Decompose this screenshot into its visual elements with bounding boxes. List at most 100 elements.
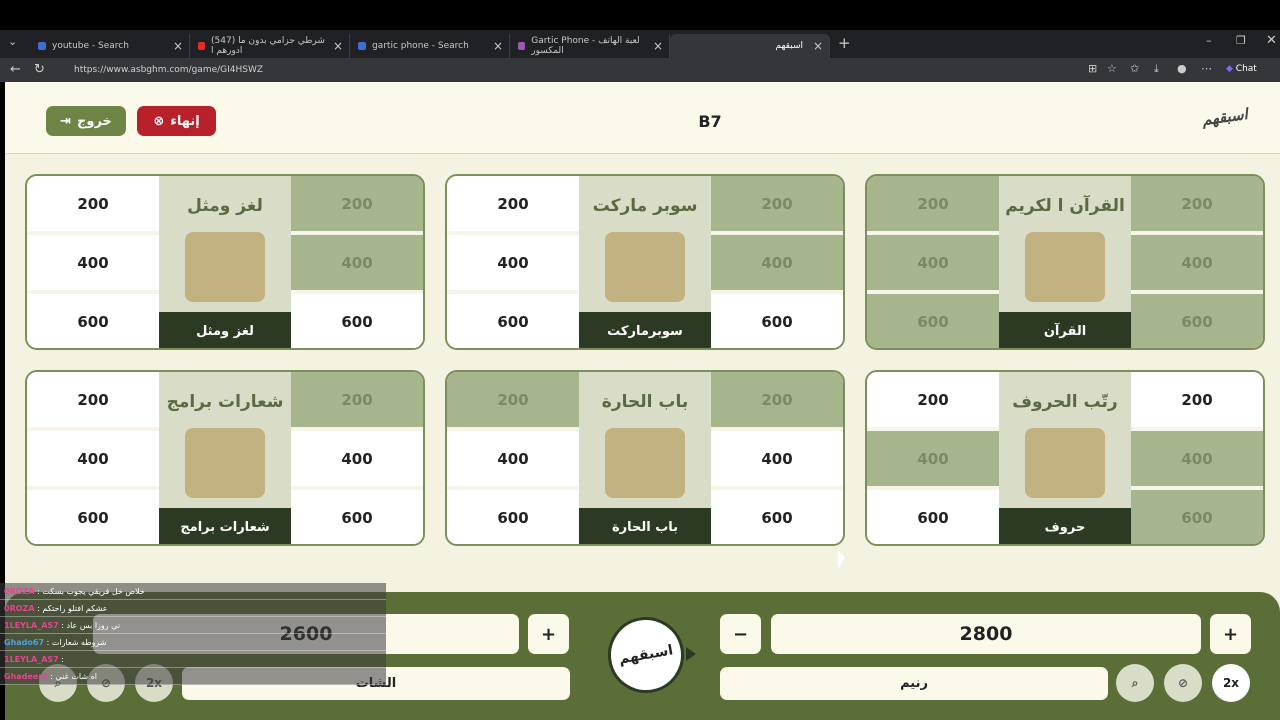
- tab-gartic-search[interactable]: gartic phone - Search ×: [350, 34, 510, 58]
- end-game-button[interactable]: ⊗ إنهاء: [137, 106, 216, 136]
- game-header: ⇥ خروج ⊗ إنهاء B7 اسبقهم: [5, 82, 1280, 154]
- left-plus-button[interactable]: +: [528, 614, 569, 654]
- points-cell-right[interactable]: 600: [1131, 294, 1263, 348]
- points-cell-left[interactable]: 600: [447, 490, 579, 544]
- points-cell-left[interactable]: 600: [447, 294, 579, 348]
- reload-icon[interactable]: ↻: [34, 62, 45, 77]
- cancel-circle-icon: ⊗: [153, 113, 165, 129]
- points-cell-right[interactable]: 200: [711, 176, 843, 231]
- category-image-title: باب الحارة: [601, 392, 689, 412]
- points-cell-right[interactable]: 400: [1131, 431, 1263, 486]
- points-cell-right[interactable]: 600: [291, 294, 423, 348]
- right-double-button[interactable]: 2x: [1212, 664, 1250, 702]
- points-cell-right[interactable]: 200: [291, 372, 423, 427]
- tab-label: Gartic Phone - لعبة الهاتف المكسور: [531, 36, 640, 56]
- exit-label: خروج: [77, 113, 112, 129]
- tab-youtube-video[interactable]: (547) شرطي جزامي بدون ما ادورهم ا ×: [190, 34, 350, 58]
- download-icon[interactable]: ⤓: [1154, 62, 1159, 76]
- tab-list-chevron-icon[interactable]: ⌄: [8, 35, 17, 48]
- chat-text: : شروطه شعارات: [46, 638, 107, 647]
- close-tab-icon[interactable]: ×: [493, 39, 503, 53]
- points-cell-left[interactable]: 200: [447, 372, 579, 427]
- points-cell-right[interactable]: 200: [711, 372, 843, 427]
- category-label[interactable]: سوبرماركت: [579, 312, 711, 348]
- app-available-icon[interactable]: ⊞: [1088, 62, 1097, 75]
- right-team-name[interactable]: رنيم: [720, 667, 1108, 700]
- url-field[interactable]: https://www.asbghm.com/game/GI4HSWZ: [54, 61, 1104, 79]
- tab-youtube-search[interactable]: youtube - Search ×: [30, 34, 190, 58]
- close-tab-icon[interactable]: ×: [653, 39, 663, 53]
- close-tab-icon[interactable]: ×: [333, 39, 343, 53]
- points-cell-right[interactable]: 400: [291, 235, 423, 290]
- category-label[interactable]: شعارات برامج: [159, 508, 291, 544]
- points-cell-right[interactable]: 400: [711, 431, 843, 486]
- points-cell-right[interactable]: 600: [291, 490, 423, 544]
- points-cell-left[interactable]: 400: [447, 431, 579, 486]
- points-cell-left[interactable]: 200: [867, 176, 999, 231]
- favorites-bar-icon[interactable]: ✩: [1130, 62, 1139, 75]
- points-cell-left[interactable]: 600: [27, 490, 159, 544]
- address-bar: ← ↻ https://www.asbghm.com/game/GI4HSWZ …: [0, 58, 1280, 82]
- points-cell-left[interactable]: 600: [867, 294, 999, 348]
- points-cell-right[interactable]: 200: [291, 176, 423, 231]
- right-search-icon[interactable]: ⌕: [1116, 664, 1154, 702]
- chat-nick: Ghadeer0: [4, 672, 48, 681]
- category-card-letters: 200 200 400 400 600 600 رتّب الحروف حروف: [865, 370, 1265, 546]
- category-label[interactable]: لغز ومثل: [159, 312, 291, 348]
- points-cell-left[interactable]: 400: [27, 235, 159, 290]
- category-image: سوبر ماركت: [579, 176, 711, 312]
- exit-button[interactable]: ⇥ خروج: [46, 106, 126, 136]
- category-illustration-icon: [1025, 232, 1105, 302]
- points-cell-left[interactable]: 400: [867, 431, 999, 486]
- double-label: 2x: [1222, 676, 1240, 690]
- points-cell-right[interactable]: 200: [1131, 372, 1263, 427]
- right-minus-button[interactable]: −: [720, 614, 761, 654]
- points-cell-right[interactable]: 600: [711, 294, 843, 348]
- points-cell-left[interactable]: 200: [27, 372, 159, 427]
- points-cell-left[interactable]: 600: [27, 294, 159, 348]
- points-cell-left[interactable]: 200: [27, 176, 159, 231]
- copilot-chat-button[interactable]: ◆ Chat: [1226, 64, 1257, 74]
- points-cell-right[interactable]: 600: [711, 490, 843, 544]
- points-cell-left[interactable]: 200: [867, 372, 999, 427]
- points-cell-right[interactable]: 600: [1131, 490, 1263, 544]
- points-cell-right[interactable]: 200: [1131, 176, 1263, 231]
- chat-text: : ني روزا بس عاد: [61, 621, 121, 630]
- tab-label: youtube - Search: [52, 41, 129, 51]
- points-cell-left[interactable]: 600: [867, 490, 999, 544]
- points-cell-left[interactable]: 400: [447, 235, 579, 290]
- close-window-icon[interactable]: ✕: [1266, 33, 1277, 48]
- chat-nick: 1LEYLA_AS7: [4, 655, 59, 664]
- tab-asbghm[interactable]: اسبقهم ×: [670, 34, 830, 58]
- site-logo: اسبقهم: [1201, 104, 1250, 130]
- points-cell-left[interactable]: 200: [447, 176, 579, 231]
- new-tab-plus-icon[interactable]: +: [838, 34, 851, 52]
- points-cell-right[interactable]: 400: [291, 431, 423, 486]
- more-menu-icon[interactable]: ⋯: [1201, 62, 1212, 75]
- minus-label: −: [732, 623, 749, 645]
- tab-gartic-phone[interactable]: Gartic Phone - لعبة الهاتف المكسور ×: [510, 34, 670, 58]
- tab-strip: ⌄ youtube - Search × (547) شرطي جزامي بدو…: [0, 30, 1280, 58]
- plus-label: +: [540, 623, 557, 645]
- back-arrow-icon[interactable]: ←: [10, 62, 21, 77]
- right-plus-button[interactable]: +: [1210, 614, 1251, 654]
- category-label[interactable]: باب الحارة: [579, 508, 711, 544]
- points-cell-left[interactable]: 400: [867, 235, 999, 290]
- favorite-star-icon[interactable]: ☆: [1107, 62, 1117, 75]
- category-illustration-icon: [605, 428, 685, 498]
- chat-message: 0ROZA : خلاص خل فريقي يجوب بسكت: [0, 583, 386, 600]
- maximize-icon[interactable]: ❐: [1236, 34, 1246, 47]
- minimize-icon[interactable]: –: [1206, 34, 1212, 47]
- close-tab-icon[interactable]: ×: [173, 39, 183, 53]
- close-tab-icon[interactable]: ×: [813, 39, 823, 53]
- points-cell-left[interactable]: 400: [27, 431, 159, 486]
- points-cell-right[interactable]: 400: [1131, 235, 1263, 290]
- profile-avatar-icon[interactable]: ●: [1177, 62, 1187, 75]
- right-skip-icon[interactable]: ⊘: [1164, 664, 1202, 702]
- category-illustration-icon: [185, 428, 265, 498]
- category-label[interactable]: حروف: [999, 508, 1131, 544]
- category-label[interactable]: القرآن: [999, 312, 1131, 348]
- points-cell-right[interactable]: 400: [711, 235, 843, 290]
- category-image: باب الحارة: [579, 372, 711, 508]
- category-card-riddle: 200 200 400 400 600 600 لغز ومثل لغز ومثل: [25, 174, 425, 350]
